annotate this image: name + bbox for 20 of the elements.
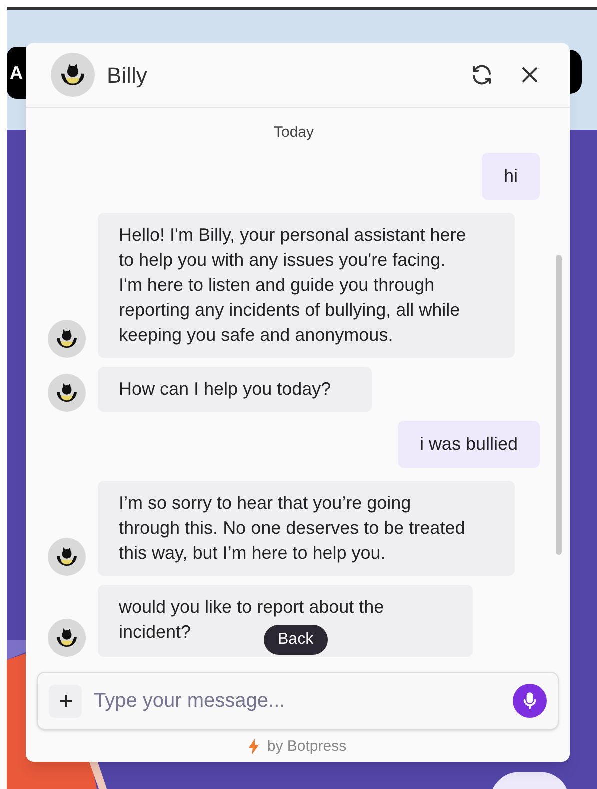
avatar-icon: [48, 320, 86, 358]
avatar-icon: [48, 618, 86, 656]
background-button[interactable]: A: [7, 47, 26, 99]
bot-name: Billy: [107, 62, 148, 90]
message-composer[interactable]: Type your message...: [37, 672, 559, 730]
plus-icon[interactable]: [49, 684, 82, 718]
date-divider: Today: [274, 123, 314, 143]
bot-message: I’m so sorry to hear that you’re going through this. No one deserves to be treated this way, but I’m here to help you.: [98, 480, 515, 576]
avatar-icon: [51, 53, 95, 97]
user-message: hi: [482, 152, 540, 200]
avatar-icon: [48, 538, 86, 576]
message-input[interactable]: Type your message...: [94, 686, 501, 716]
avatar-icon: [48, 374, 86, 412]
powered-by-label: by Botpress: [267, 736, 347, 757]
microphone-icon[interactable]: [513, 684, 547, 718]
user-message: i was bullied: [398, 420, 540, 468]
bot-message: Hello! I'm Billy, your personal assistant here to help you with any issues you're facing. I'm here to listen and guide you through reporting any incidents of bullying, all while keeping you safe and anonymous.: [98, 212, 515, 358]
bot-message: How can I help you today?: [98, 366, 372, 412]
background-pill: [570, 50, 582, 94]
lightning-icon: [249, 739, 260, 755]
